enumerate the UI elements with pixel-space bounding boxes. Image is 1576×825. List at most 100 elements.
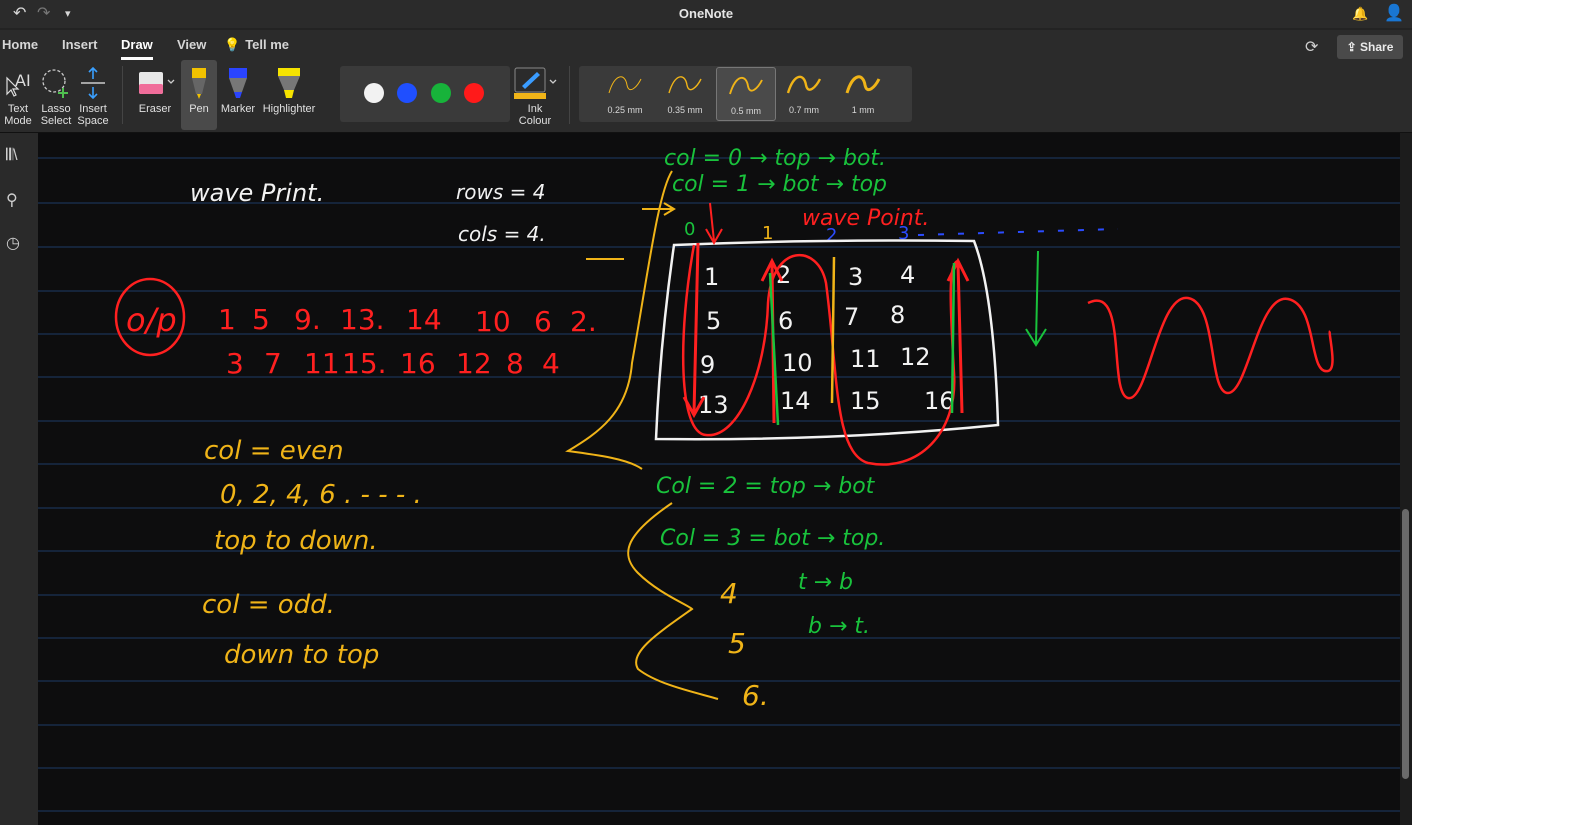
svg-text:5: 5 — [706, 307, 721, 335]
svg-text:top to down.: top to down. — [214, 526, 378, 556]
svg-text:6: 6 — [534, 305, 552, 338]
red-sine-wave — [1087, 296, 1334, 400]
svg-text:6: 6 — [778, 307, 793, 335]
svg-text:15.: 15. — [342, 347, 387, 380]
thickness-07[interactable]: 0.7 mm — [775, 67, 833, 119]
thickness-1[interactable]: 1 mm — [834, 67, 892, 119]
highlighter-button[interactable]: Highlighter — [259, 60, 319, 130]
svg-text:15: 15 — [850, 387, 881, 415]
scrollbar-thumb[interactable] — [1402, 509, 1409, 779]
lasso-icon — [42, 69, 68, 98]
stroke-sample-icon — [608, 76, 642, 94]
svg-text:8: 8 — [890, 301, 905, 329]
red-down-arrow-col0 — [682, 242, 706, 419]
ink-drawing: wave Print. rows = 4 cols = 4. o/p 1 5 9… — [38, 146, 1400, 812]
output-line-2: 3 7 11 15. 16 12 8 4 — [226, 347, 560, 380]
notebooks-icon[interactable]: 𝄃𝄃\ — [6, 147, 18, 165]
heading-wave-print: wave Print. — [190, 179, 324, 207]
text-mode-button[interactable]: AI Text Mode — [2, 60, 34, 130]
pen-label: Pen — [189, 103, 209, 115]
thickness-05-selected[interactable]: 0.5 mm — [716, 67, 776, 121]
tab-insert[interactable]: Insert — [62, 37, 97, 52]
svg-text:14: 14 — [780, 387, 811, 415]
ink-colour-button[interactable]: Ink Colour — [511, 60, 559, 130]
marker-button[interactable]: Marker — [220, 60, 256, 130]
svg-text:Col = 2 = top → bot: Col = 2 = top → bot — [656, 474, 876, 499]
tell-me-search[interactable]: 💡 Tell me — [224, 37, 289, 53]
pen-icon — [192, 68, 206, 99]
thickness-label: 0.25 mm — [607, 105, 643, 115]
green-down-arrow — [1025, 250, 1047, 347]
svg-text:11: 11 — [304, 347, 340, 380]
share-label: Share — [1360, 40, 1394, 54]
blue-dash-trail — [917, 228, 1119, 236]
ink-colour-label-2: Colour — [518, 115, 552, 127]
thickness-label: 0.7 mm — [788, 105, 819, 115]
insert-space-button[interactable]: Insert Space — [76, 60, 110, 130]
stroke-sample-icon — [786, 75, 822, 94]
svg-text:t → b: t → b — [798, 570, 853, 595]
svg-text:5: 5 — [252, 303, 270, 336]
eraser-label: Eraser — [138, 103, 172, 115]
account-icon[interactable]: 👤 — [1384, 4, 1404, 24]
svg-text:down to top: down to top — [224, 640, 379, 670]
pen-button[interactable]: Pen — [181, 60, 217, 130]
svg-text:4: 4 — [900, 261, 915, 289]
yellow-notes: col = even 0, 2, 4, 6 . - - - . top to d… — [202, 436, 422, 670]
wave-point-title: wave Point. — [802, 206, 929, 231]
insert-space-label-1: Insert — [79, 103, 107, 115]
lasso-label-2: Select — [40, 115, 72, 127]
svg-text:6.: 6. — [742, 679, 769, 712]
search-icon[interactable]: ⚲ — [6, 190, 18, 210]
svg-text:12: 12 — [900, 343, 931, 371]
left-navigation: 𝄃𝄃\ ⚲ ◷ — [0, 133, 38, 825]
thickness-025[interactable]: 0.25 mm — [596, 67, 654, 119]
svg-text:4: 4 — [542, 347, 560, 380]
color-swatch-green[interactable] — [431, 83, 451, 103]
sync-icon[interactable]: ⟳ — [1305, 37, 1318, 57]
svg-text:1: 1 — [218, 303, 236, 336]
title-bar: ↶ ↷ ▾ OneNote 🔔 👤 — [0, 0, 1412, 28]
pen-thickness-group: 0.25 mm 0.35 mm 0.5 mm 0.7 mm 1 mm — [579, 66, 912, 122]
ribbon-divider — [569, 66, 570, 124]
color-swatch-red[interactable] — [464, 83, 484, 103]
svg-text:b → t.: b → t. — [808, 614, 870, 639]
notifications-bell-icon[interactable]: 🔔 — [1352, 4, 1368, 24]
background-area — [1412, 0, 1576, 825]
svg-text:col = 1 → bot → top: col = 1 → bot → top — [672, 172, 887, 197]
share-button[interactable]: ⇪ Share — [1337, 35, 1403, 59]
text-mode-label-1: Text — [7, 103, 29, 115]
eraser-button[interactable]: Eraser — [134, 60, 176, 130]
tab-view[interactable]: View — [177, 37, 206, 52]
lasso-select-button[interactable]: Lasso Select — [38, 60, 74, 130]
svg-text:0, 2, 4, 6 . - - - .: 0, 2, 4, 6 . - - - . — [220, 480, 422, 510]
stroke-sample-icon — [668, 76, 702, 94]
svg-text:3: 3 — [848, 263, 863, 291]
tab-home[interactable]: Home — [2, 37, 38, 52]
lasso-label-1: Lasso — [41, 103, 71, 115]
tab-draw[interactable]: Draw — [121, 37, 153, 60]
svg-text:12: 12 — [456, 347, 492, 380]
op-label: o/p — [126, 301, 177, 339]
svg-text:16: 16 — [400, 347, 436, 380]
share-icon: ⇪ — [1346, 40, 1361, 54]
col-index-2: 2 — [826, 225, 837, 246]
marker-icon — [229, 68, 247, 98]
pen-color-palette — [340, 66, 510, 122]
thickness-035[interactable]: 0.35 mm — [656, 67, 714, 119]
marker-label: Marker — [220, 103, 256, 115]
ink-colour-icon — [514, 67, 557, 99]
note-canvas[interactable]: wave Print. rows = 4 cols = 4. o/p 1 5 9… — [38, 133, 1400, 825]
recent-clock-icon[interactable]: ◷ — [6, 233, 20, 253]
color-swatch-blue[interactable] — [397, 83, 417, 103]
svg-text:2.: 2. — [570, 305, 597, 338]
vertical-scrollbar[interactable] — [1400, 133, 1412, 825]
svg-text:9.: 9. — [294, 303, 321, 336]
yellow-column-list: 4 5 6. — [720, 577, 769, 712]
ribbon-tabs: Home Insert Draw View 💡 Tell me — [0, 30, 1412, 60]
yellow-arrow-col2 — [830, 256, 836, 404]
insert-space-icon — [81, 66, 105, 100]
svg-text:8: 8 — [506, 347, 524, 380]
ribbon-divider — [122, 66, 123, 124]
color-swatch-white[interactable] — [364, 83, 384, 103]
